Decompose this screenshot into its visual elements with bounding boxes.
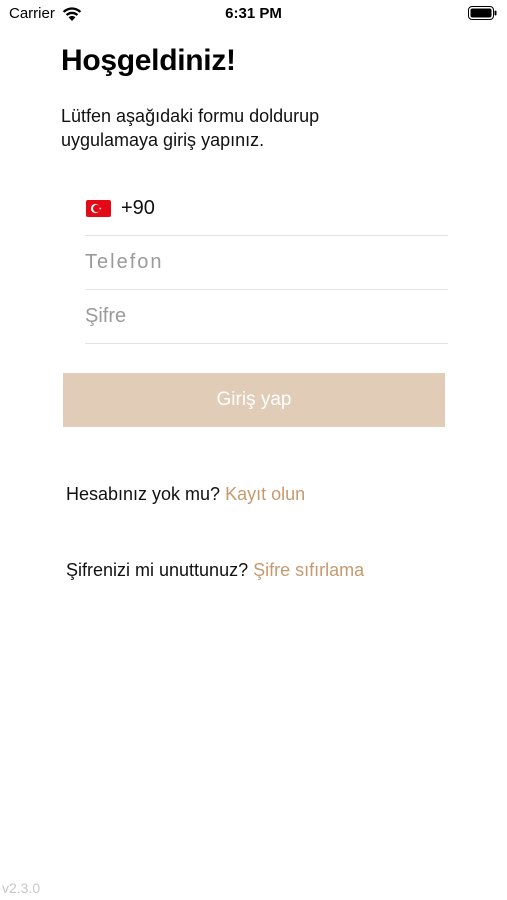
reset-password-link[interactable]: Şifre sıfırlama (253, 560, 364, 580)
password-input[interactable] (85, 296, 448, 337)
page-subtitle: Lütfen aşağıdaki formu doldurup uygulama… (61, 106, 320, 150)
status-time: 6:31 PM (225, 5, 282, 22)
register-link[interactable]: Kayıt olun (225, 484, 305, 504)
register-prompt: Hesabınız yok mu? Kayıt olun (66, 484, 305, 505)
country-code-selector[interactable]: +90 (85, 182, 448, 236)
country-code-label: +90 (121, 197, 155, 219)
app-version: v2.3.0 (2, 880, 41, 896)
phone-input[interactable] (85, 242, 448, 283)
reset-password-prompt: Şifrenizi mi unuttunuz? Şifre sıfırlama (66, 560, 364, 581)
reset-prompt-text: Şifrenizi mi unuttunuz? (66, 560, 249, 580)
status-bar: Carrier 6:31 PM (0, 0, 507, 28)
password-field-row (85, 290, 448, 344)
login-button[interactable]: Giriş yap (63, 373, 445, 427)
login-screen: Carrier 6:31 PM Hoşgeldiniz! Lütfen aşağ… (0, 0, 507, 900)
page-title: Hoşgeldiniz! (61, 44, 236, 77)
battery-icon (468, 6, 497, 20)
phone-field-row (85, 236, 448, 290)
register-prompt-text: Hesabınız yok mu? (66, 484, 221, 504)
turkey-flag-icon (86, 200, 111, 217)
